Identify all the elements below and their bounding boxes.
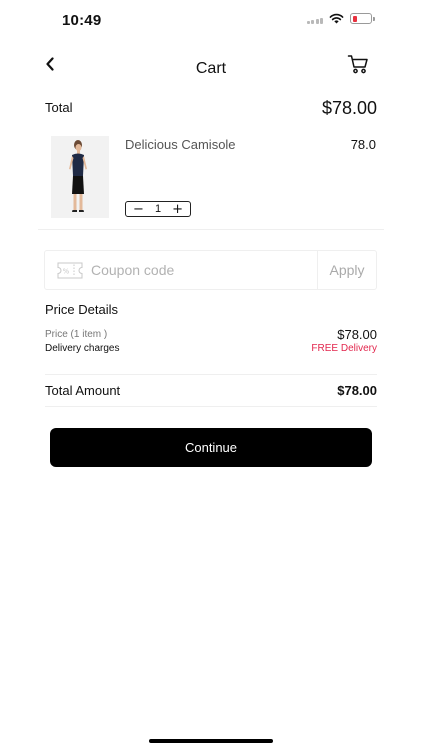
status-bar: 10:49 bbox=[0, 0, 422, 44]
coupon-ticket-icon: % bbox=[57, 262, 83, 279]
svg-text:%: % bbox=[63, 268, 70, 276]
apply-coupon-button[interactable]: Apply bbox=[318, 251, 376, 289]
quantity-value: 1 bbox=[154, 203, 162, 215]
price-details: Price Details Price (1 item ) $78.00 Del… bbox=[45, 302, 377, 358]
cart-total-row: Total $78.00 bbox=[45, 98, 377, 122]
product-name[interactable]: Delicious Camisole bbox=[125, 137, 236, 152]
quantity-stepper: − 1 + bbox=[125, 201, 191, 217]
divider bbox=[45, 406, 377, 407]
price-value: $78.00 bbox=[337, 327, 377, 342]
home-indicator[interactable] bbox=[149, 739, 273, 743]
nav-bar: Cart bbox=[0, 44, 422, 92]
product-price: 78.0 bbox=[350, 137, 376, 152]
product-image[interactable] bbox=[51, 136, 109, 218]
increase-quantity-button[interactable]: + bbox=[169, 203, 186, 216]
total-amount-row: Total Amount $78.00 bbox=[45, 382, 377, 402]
delivery-value: FREE Delivery bbox=[311, 343, 377, 354]
status-icons bbox=[306, 13, 375, 24]
delivery-row: Delivery charges FREE Delivery bbox=[45, 343, 377, 358]
decrease-quantity-button[interactable]: − bbox=[130, 203, 147, 216]
coupon-code-input[interactable] bbox=[91, 258, 301, 282]
coupon-box: % Apply bbox=[44, 250, 377, 290]
cart-total-value: $78.00 bbox=[321, 98, 377, 118]
price-details-title: Price Details bbox=[45, 302, 118, 317]
battery-icon bbox=[350, 13, 375, 24]
cart-total-label: Total bbox=[45, 100, 73, 115]
price-label: Price (1 item ) bbox=[45, 329, 108, 340]
price-row: Price (1 item ) $78.00 bbox=[45, 327, 377, 344]
continue-button[interactable]: Continue bbox=[50, 428, 372, 467]
total-amount-label: Total Amount bbox=[45, 383, 121, 398]
delivery-label: Delivery charges bbox=[45, 343, 120, 354]
status-time: 10:49 bbox=[62, 12, 102, 29]
divider bbox=[45, 374, 377, 375]
total-amount-value: $78.00 bbox=[337, 383, 377, 398]
wifi-icon bbox=[329, 13, 344, 24]
cart-button[interactable] bbox=[346, 52, 370, 76]
signal-icon bbox=[306, 14, 323, 24]
cart-item: Delicious Camisole 78.0 − 1 + bbox=[38, 126, 384, 230]
cart-icon bbox=[347, 55, 368, 74]
